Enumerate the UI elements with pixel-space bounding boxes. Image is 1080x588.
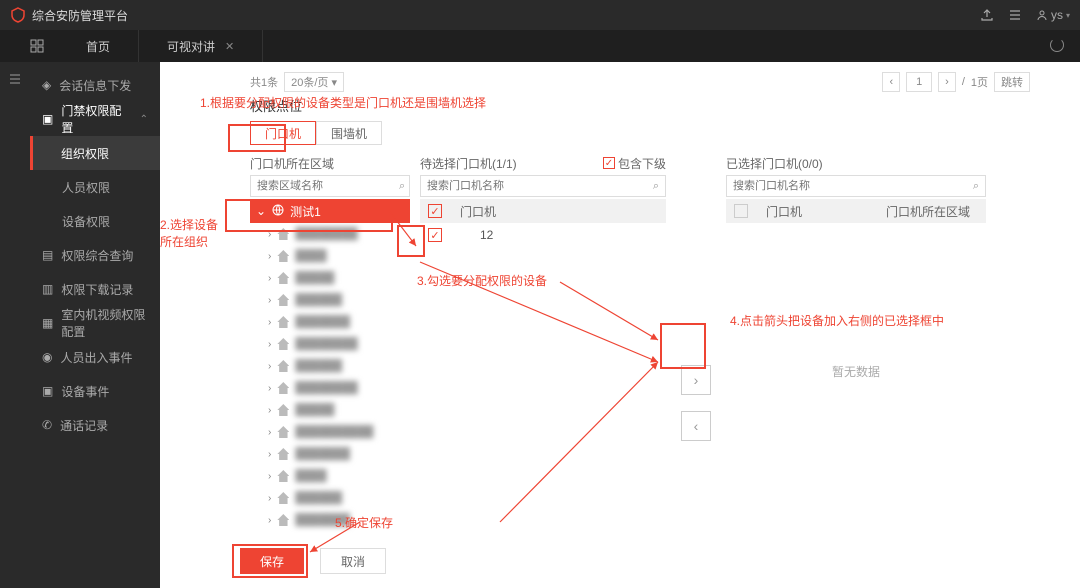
topbar: 综合安防管理平台 ys ▾	[0, 0, 1080, 30]
annotation-3: 3.勾选要分配权限的设备	[417, 272, 547, 289]
devtab-door[interactable]: 门口机	[250, 121, 316, 145]
pager-current[interactable]: 1	[906, 72, 932, 92]
move-right-button[interactable]: ›	[681, 365, 711, 395]
menu-icon[interactable]	[1008, 8, 1022, 22]
nav-sub-person[interactable]: 人员权限	[30, 170, 160, 204]
video-icon: ▦	[42, 316, 53, 330]
tree-list[interactable]: ›████████ ›████ ›█████ ›██████ ›███████ …	[250, 223, 410, 533]
user-menu[interactable]: ys ▾	[1036, 8, 1070, 22]
selected-header: ✓ 门口机 门口机所在区域	[726, 199, 986, 223]
annotation-1: 1.根据要分配权限的设备类型是门口机还是围墙机选择	[200, 94, 486, 111]
annotation-4: 4.点击箭头把设备加入右侧的已选择框中	[730, 312, 944, 329]
access-icon: ▣	[42, 112, 53, 126]
person-icon: ◉	[42, 350, 52, 364]
nav-device-event[interactable]: ▣ 设备事件	[30, 374, 160, 408]
checkbox-all-selected[interactable]: ✓	[734, 204, 748, 218]
apps-grid-icon[interactable]	[30, 39, 44, 53]
tabbar: 首页 可视对讲 ✕	[0, 30, 1080, 62]
menu-toggle-icon[interactable]	[0, 62, 30, 96]
refresh-icon[interactable]	[1050, 38, 1064, 55]
search-selected-input[interactable]	[733, 177, 973, 195]
device-icon: ▣	[42, 384, 53, 398]
checkbox-row[interactable]: ✓	[428, 228, 442, 242]
pager: 共1条 20条/页 ▾ ‹ 1 › / 1页 跳转	[180, 70, 1060, 94]
leftbar	[0, 62, 30, 588]
nav-query[interactable]: ▤ 权限综合查询	[30, 238, 160, 272]
search-pending[interactable]: ⌕	[420, 175, 666, 197]
search-area-input[interactable]	[257, 177, 399, 195]
search-icon: ⌕	[973, 180, 979, 193]
globe-icon	[272, 204, 284, 219]
upload-icon[interactable]	[980, 8, 994, 22]
checkbox-all[interactable]: ✓	[428, 204, 442, 218]
check-icon: ✓	[603, 157, 615, 169]
nav-access-config[interactable]: ▣ 门禁权限配置 ⌃	[30, 102, 160, 136]
app-title: 综合安防管理平台	[32, 7, 980, 24]
annotation-5: 5.确定保存	[335, 514, 393, 531]
tab-home[interactable]: 首页	[58, 30, 139, 62]
tab-video-intercom[interactable]: 可视对讲 ✕	[139, 30, 263, 62]
download-icon: ▥	[42, 282, 53, 296]
nav-sub-device[interactable]: 设备权限	[30, 204, 160, 238]
save-button[interactable]: 保存	[240, 548, 304, 574]
session-icon: ◈	[42, 78, 51, 92]
pager-jump[interactable]: 跳转	[994, 72, 1030, 92]
transfer-column: › ‹	[676, 153, 716, 533]
chevron-up-icon: ⌃	[140, 114, 148, 125]
search-selected[interactable]: ⌕	[726, 175, 986, 197]
cancel-button[interactable]: 取消	[320, 548, 386, 574]
content: 共1条 20条/页 ▾ ‹ 1 › / 1页 跳转 1.根据要分配权限的设备类型…	[160, 62, 1080, 588]
query-icon: ▤	[42, 248, 53, 262]
org-tree-column: 门口机所在区域 ⌕ ⌄ 测试1 ›████████ ›████ ›█████	[250, 153, 410, 533]
pager-next[interactable]: ›	[938, 72, 956, 92]
sidenav: ◈ 会话信息下发 ▣ 门禁权限配置 ⌃ 组织权限 人员权限 设备权限 ▤ 权限综…	[30, 62, 160, 588]
nav-sub-org[interactable]: 组织权限	[30, 136, 160, 170]
pager-prev[interactable]: ‹	[882, 72, 900, 92]
chevron-down-icon: ⌄	[256, 204, 266, 218]
nav-call-log[interactable]: ✆ 通话记录	[30, 408, 160, 442]
annotation-2: 2.选择设备所在组织	[160, 217, 218, 251]
search-icon: ⌕	[653, 180, 659, 193]
include-sub[interactable]: ✓ 包含下级	[603, 155, 666, 172]
nav-session[interactable]: ◈ 会话信息下发	[30, 68, 160, 102]
pending-row[interactable]: ✓ 12	[420, 223, 666, 247]
pending-header: ✓ 门口机	[420, 199, 666, 223]
nav-person-event[interactable]: ◉ 人员出入事件	[30, 340, 160, 374]
no-data: 暂无数据	[726, 363, 986, 380]
devtab-wall[interactable]: 围墙机	[316, 121, 382, 145]
nav-video[interactable]: ▦ 室内机视频权限配置	[30, 306, 160, 340]
close-tab-icon[interactable]: ✕	[225, 40, 234, 53]
nav-download[interactable]: ▥ 权限下载记录	[30, 272, 160, 306]
search-area[interactable]: ⌕	[250, 175, 410, 197]
tree-root[interactable]: ⌄ 测试1	[250, 199, 410, 223]
move-left-button[interactable]: ‹	[681, 411, 711, 441]
per-page-select[interactable]: 20条/页 ▾	[284, 72, 344, 92]
search-pending-input[interactable]	[427, 177, 653, 195]
pending-column: 待选择门口机(1/1) ✓ 包含下级 ⌕ ✓ 门口机 ✓ 12	[420, 153, 666, 533]
call-icon: ✆	[42, 418, 52, 432]
search-icon: ⌕	[399, 180, 405, 193]
app-logo-icon	[10, 7, 26, 23]
selected-column: 已选择门口机(0/0) ⌕ ✓ 门口机 门口机所在区域 暂无数据	[726, 153, 986, 533]
